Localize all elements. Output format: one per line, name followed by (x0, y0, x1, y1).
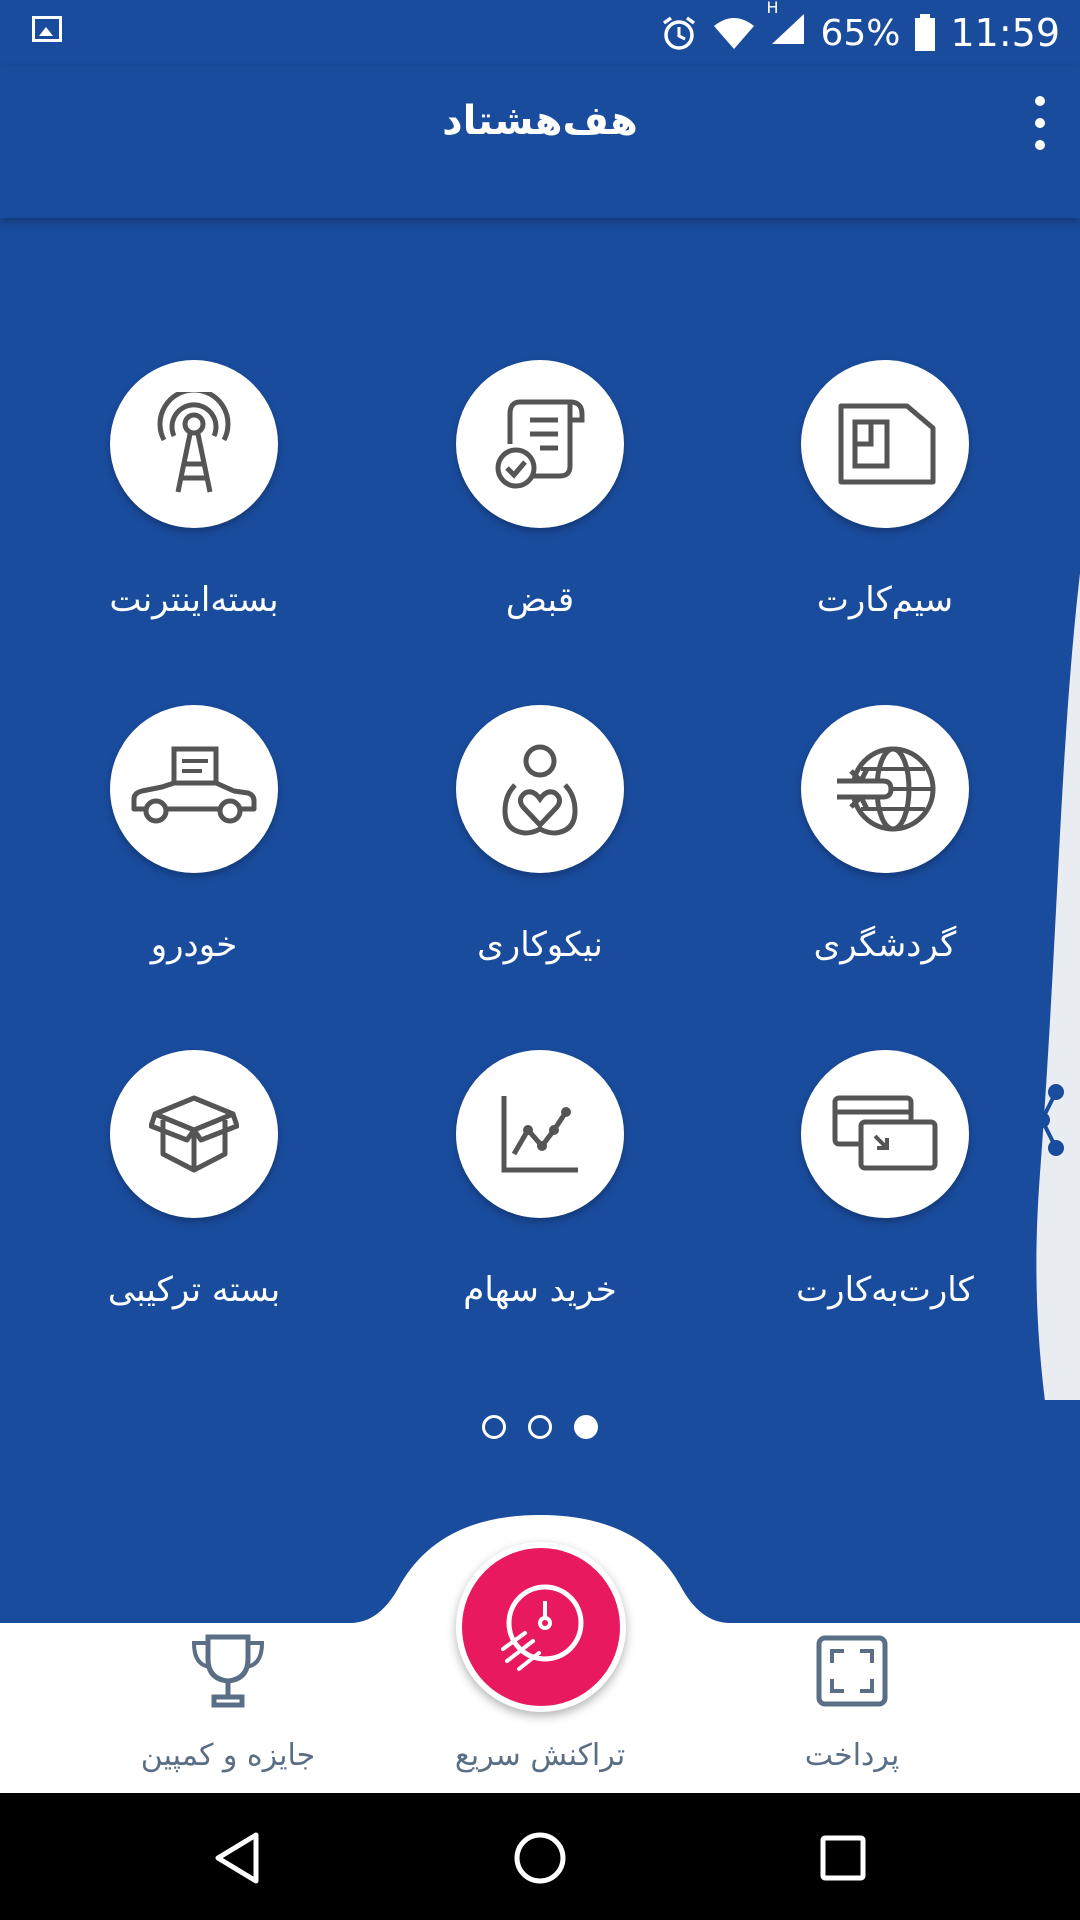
tile-circle (110, 705, 278, 873)
car-icon (131, 746, 257, 824)
nav-prize-label: جایزه و کمپین (140, 1738, 316, 1773)
wifi-icon (714, 18, 755, 49)
nav-quick-label: تراکنش سریع (454, 1738, 626, 1773)
tile-buy-stock[interactable]: خرید سهام (390, 1050, 690, 1310)
alarm-icon (663, 16, 696, 50)
charity-icon (502, 744, 578, 836)
home-circle-icon (514, 1832, 566, 1884)
page-dot[interactable] (482, 1415, 506, 1439)
status-bar: H 65% 11:59 (0, 0, 1080, 66)
tile-label: بسته‌اینترنت (109, 580, 279, 620)
tile-label: سیم‌کارت (816, 580, 954, 620)
tile-tourism[interactable]: گردشگری (735, 705, 1035, 965)
tile-car[interactable]: خودرو (44, 705, 344, 965)
tile-charity[interactable]: نیکوکاری (390, 705, 690, 965)
home-button[interactable] (510, 1828, 570, 1888)
battery-icon (915, 14, 936, 51)
tile-circle (110, 360, 278, 528)
tile-circle (456, 360, 624, 528)
bill-icon (495, 399, 585, 489)
tile-combo-package[interactable]: بسته ترکیبی (44, 1050, 344, 1310)
back-triangle-icon (215, 1832, 259, 1884)
nav-payment[interactable]: پرداخت (702, 1630, 1002, 1773)
trophy-icon (191, 1634, 265, 1708)
tile-circle (110, 1050, 278, 1218)
tile-circle (801, 705, 969, 873)
tile-label: بسته ترکیبی (107, 1270, 281, 1310)
network-type-label: H (766, 0, 779, 17)
share-icon[interactable] (1034, 1080, 1066, 1162)
tile-label: نیکوکاری (477, 925, 603, 965)
app-bar: هف‌هشتاد (0, 66, 1080, 218)
tile-sim-card[interactable]: سیم‌کارت (735, 360, 1035, 620)
tile-circle (456, 705, 624, 873)
tile-circle (456, 1050, 624, 1218)
tile-label: کارت‌به‌کارت (796, 1270, 974, 1310)
recents-button[interactable] (813, 1828, 873, 1888)
stock-chart-icon (501, 1096, 578, 1173)
tile-circle (801, 1050, 969, 1218)
tile-internet-package[interactable]: بسته‌اینترنت (44, 360, 344, 620)
system-nav-bar (0, 1793, 1080, 1920)
recents-square-icon (820, 1835, 866, 1881)
card-transfer-icon (832, 1095, 938, 1171)
back-button[interactable] (207, 1828, 267, 1888)
travel-globe-icon (837, 746, 936, 832)
nav-prize-campaign[interactable]: جایزه و کمپین (78, 1630, 378, 1773)
tile-label: خودرو (150, 925, 238, 965)
tile-bill[interactable]: قبض (390, 360, 690, 620)
antenna-icon (157, 392, 231, 493)
tile-card-to-card[interactable]: کارت‌به‌کارت (735, 1050, 1035, 1310)
main-content: سیم‌کارت قبض بسته‌اینترنت گردشگری نیکو (0, 218, 1080, 1618)
scan-icon (816, 1635, 888, 1707)
tile-circle (801, 360, 969, 528)
page-dot-active[interactable] (574, 1415, 598, 1439)
nav-quick-transaction[interactable]: تراکنش سریع (390, 1630, 690, 1773)
gallery-notification-icon (32, 16, 62, 42)
nav-payment-label: پرداخت (804, 1738, 900, 1773)
tile-label: گردشگری (813, 925, 957, 965)
box-icon (149, 1095, 239, 1173)
battery-percent: 65% (820, 12, 901, 54)
signal-icon (772, 13, 805, 44)
tile-label: خرید سهام (463, 1270, 617, 1310)
page-dot[interactable] (528, 1415, 552, 1439)
tile-label: قبض (505, 580, 575, 620)
sim-card-icon (838, 403, 936, 485)
page-indicator (0, 1415, 1080, 1439)
app-title: هف‌هشتاد (442, 98, 638, 144)
cell-signal: H (766, 0, 806, 55)
